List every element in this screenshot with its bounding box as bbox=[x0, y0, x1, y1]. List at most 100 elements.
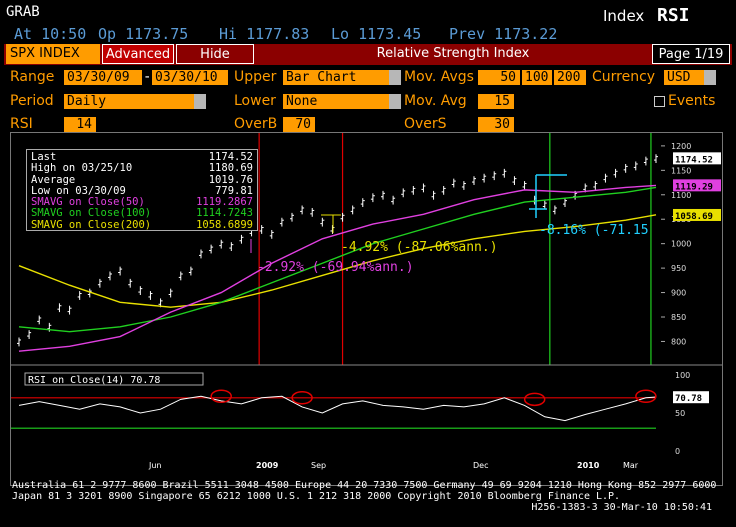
price-bar bbox=[320, 217, 325, 227]
range-end-field[interactable]: 03/30/10 bbox=[152, 70, 228, 85]
price-bar bbox=[239, 234, 244, 244]
price-bar bbox=[593, 181, 598, 190]
advanced-button[interactable]: Advanced bbox=[102, 44, 174, 64]
sma200-badge: 1058.69 bbox=[675, 212, 713, 222]
price-bar bbox=[37, 315, 42, 325]
period-dropdown-arrow[interactable] bbox=[194, 94, 206, 109]
overs-field[interactable]: 30 bbox=[478, 117, 514, 132]
legend-row-label: SMAVG on Close(200) bbox=[31, 218, 152, 231]
lower-select[interactable]: None bbox=[283, 94, 389, 109]
price-bar bbox=[269, 229, 274, 239]
price-bar bbox=[563, 198, 567, 207]
events-label: Events bbox=[668, 93, 716, 109]
function-prefix: Index bbox=[603, 7, 645, 25]
mov-avg-1-field[interactable]: 50 bbox=[478, 70, 520, 85]
y-tick-label: 1200 bbox=[671, 142, 691, 151]
price-bar bbox=[512, 176, 517, 185]
sma50-badge: 1119.29 bbox=[675, 182, 713, 192]
rsi-tick-label: 0 bbox=[675, 447, 680, 456]
overb-field[interactable]: 70 bbox=[283, 117, 315, 132]
quote-at: At 10:50 bbox=[14, 25, 87, 43]
price-bar bbox=[17, 337, 21, 347]
footer: Australia 61 2 9777 8600 Brazil 5511 304… bbox=[12, 480, 716, 513]
range-label: Range bbox=[10, 69, 55, 85]
currency-label: Currency bbox=[592, 69, 656, 85]
price-bar bbox=[219, 239, 224, 249]
legend-box: Last 1174.52 High on 03/25/10 1180.69 Averag… bbox=[26, 149, 258, 231]
legend-row-value: 1058.6899 bbox=[196, 218, 253, 231]
price-bar bbox=[441, 185, 446, 195]
price-bar bbox=[67, 305, 72, 315]
price-bar bbox=[472, 176, 476, 185]
rsi-period-field[interactable]: 14 bbox=[64, 117, 96, 132]
price-bar bbox=[552, 205, 557, 215]
footer-phones-1: Australia 61 2 9777 8600 Brazil 5511 304… bbox=[12, 480, 717, 491]
price-bar bbox=[360, 198, 365, 207]
annotation-1: -4.92% (-87.06%ann.) bbox=[341, 240, 498, 255]
x-axis-label: Mar bbox=[623, 461, 639, 470]
overb-label: OverB bbox=[234, 116, 278, 132]
price-bar bbox=[350, 205, 355, 215]
quote-low: Lo 1173.45 bbox=[331, 25, 422, 43]
price-bar bbox=[643, 156, 648, 166]
x-axis-label: 2009 bbox=[256, 461, 279, 470]
x-axis-label: Sep bbox=[311, 461, 326, 470]
rsi-tick-label: 50 bbox=[675, 409, 685, 418]
price-bar bbox=[148, 291, 153, 300]
y-tick-label: 1000 bbox=[671, 240, 691, 249]
price-bar bbox=[603, 173, 608, 183]
x-axis-label: Dec bbox=[473, 461, 488, 470]
footer-phones-2: Japan 81 3 3201 8900 Singapore 65 6212 1… bbox=[12, 491, 621, 502]
legend-row: High on 03/25/10 1180.69 bbox=[31, 162, 253, 175]
x-axis-label: 2010 bbox=[577, 461, 600, 470]
legend-row-value: 1180.69 bbox=[208, 162, 253, 175]
upper-dropdown-arrow[interactable] bbox=[389, 70, 401, 85]
lower-dropdown-arrow[interactable] bbox=[389, 94, 401, 109]
price-bar bbox=[77, 291, 82, 300]
lower-label: Lower bbox=[234, 93, 276, 109]
annotation-3: -8.16% (-71.15 bbox=[539, 223, 649, 238]
price-bar bbox=[300, 205, 305, 215]
events-checkbox[interactable] bbox=[654, 96, 665, 107]
quote-high: Hi 1177.83 bbox=[219, 25, 310, 43]
y-tick-label: 1150 bbox=[671, 166, 691, 175]
price-bar bbox=[542, 200, 547, 210]
price-bar bbox=[451, 178, 456, 188]
mov-avg-2-field[interactable]: 100 bbox=[522, 70, 552, 85]
mov-avg-3-field[interactable]: 200 bbox=[554, 70, 586, 85]
price-bar bbox=[522, 181, 527, 190]
price-bar bbox=[421, 183, 426, 193]
price-bar bbox=[108, 271, 112, 281]
y-tick-label: 850 bbox=[671, 313, 686, 322]
price-bar bbox=[482, 173, 487, 183]
price-bar bbox=[199, 249, 203, 259]
price-bar bbox=[57, 303, 62, 313]
currency-dropdown-arrow[interactable] bbox=[704, 70, 716, 85]
rsi-label: RSI on Close(14) 70.78 bbox=[28, 375, 160, 386]
price-bar bbox=[229, 242, 234, 251]
price-bar bbox=[118, 266, 123, 276]
security-tab[interactable]: SPX INDEX bbox=[6, 44, 100, 64]
command-line[interactable]: GRAB bbox=[6, 4, 40, 20]
range-start-field[interactable]: 03/30/09 bbox=[64, 70, 142, 85]
period-select[interactable]: Daily bbox=[64, 94, 194, 109]
price-bar bbox=[461, 181, 466, 190]
y-tick-label: 950 bbox=[671, 264, 686, 273]
price-bar bbox=[340, 212, 345, 222]
price-bar bbox=[310, 207, 315, 217]
price-bar bbox=[401, 188, 406, 198]
annotation-2: -2.92% (-69.94%ann.) bbox=[257, 260, 414, 275]
mov-avgs-label: Mov. Avgs bbox=[404, 69, 474, 85]
quote-prev: Prev 1173.22 bbox=[449, 25, 558, 43]
mov-avg-field[interactable]: 15 bbox=[478, 94, 514, 109]
upper-select[interactable]: Bar Chart bbox=[283, 70, 389, 85]
y-tick-label: 900 bbox=[671, 289, 686, 298]
rsi-overbought-circle bbox=[523, 392, 546, 407]
x-axis-label: Jun bbox=[148, 461, 162, 470]
page-indicator[interactable]: Page 1/19 bbox=[652, 44, 730, 64]
price-bar bbox=[168, 288, 173, 298]
hide-button[interactable]: Hide bbox=[176, 44, 254, 64]
currency-select[interactable]: USD bbox=[664, 70, 704, 85]
page-title: Relative Strength Index bbox=[376, 46, 530, 61]
y-tick-label: 800 bbox=[671, 337, 686, 346]
